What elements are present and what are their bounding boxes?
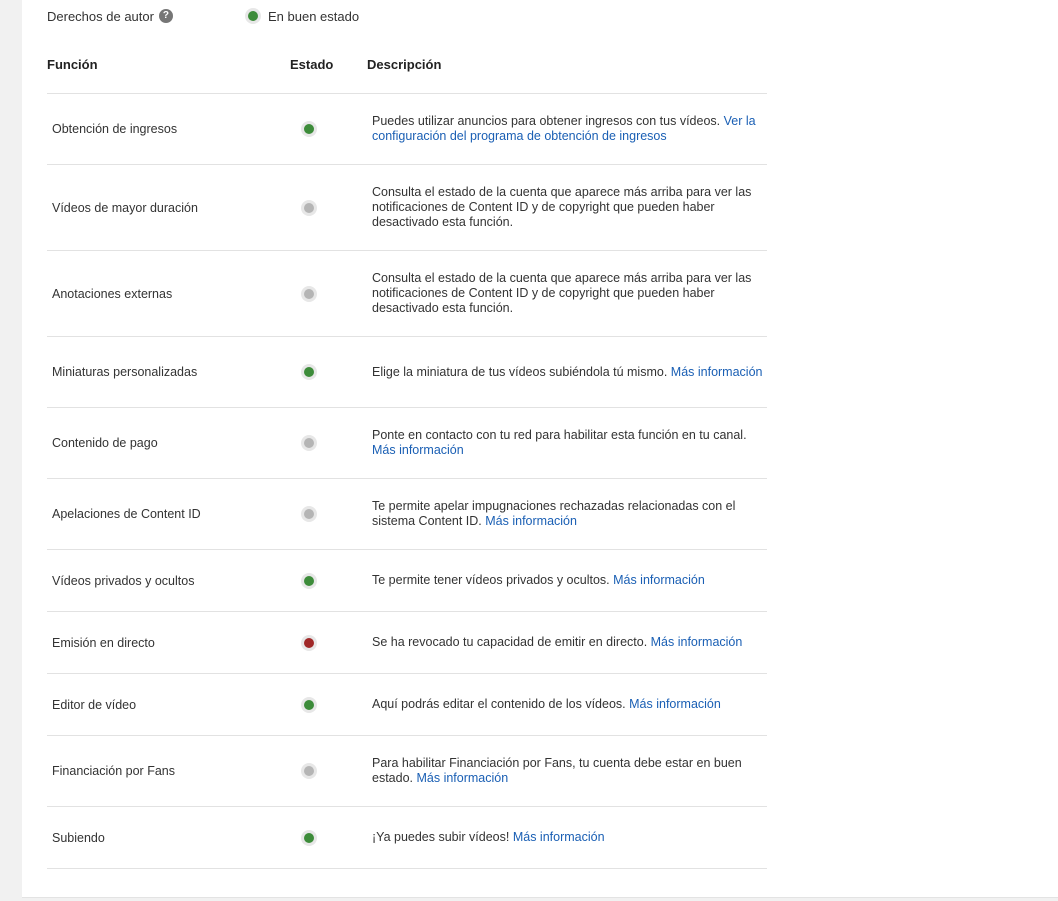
feature-description: Te permite tener vídeos privados y ocult…: [372, 550, 767, 611]
feature-description: Elige la miniatura de tus vídeos subiénd…: [372, 337, 767, 407]
feature-description: Para habilitar Financiación por Fans, tu…: [372, 736, 767, 806]
description-text: Te permite tener vídeos privados y ocult…: [372, 573, 614, 587]
table-rows: Obtención de ingresos Puedes utilizar an…: [47, 93, 767, 869]
description-text: Ponte en contacto con tu red para habili…: [372, 428, 747, 442]
more-info-link[interactable]: Más información: [485, 514, 577, 528]
description-text: Aquí podrás editar el contenido de los v…: [372, 697, 630, 711]
feature-description: Te permite apelar impugnaciones rechazad…: [372, 479, 767, 549]
table-row: Obtención de ingresos Puedes utilizar an…: [47, 94, 767, 165]
more-info-link[interactable]: Más información: [629, 697, 721, 711]
header-description: Descripción: [367, 57, 442, 72]
description-text: Consulta el estado de la cuenta que apar…: [372, 271, 752, 315]
header-state: Estado: [290, 57, 334, 72]
status-dot-icon: [304, 124, 314, 134]
table-row: Emisión en directo Se ha revocado tu cap…: [47, 612, 767, 674]
table-row: Subiendo ¡Ya puedes subir vídeos! Más in…: [47, 807, 767, 869]
copyright-label: Derechos de autor: [47, 8, 154, 24]
status-dot-icon: [304, 832, 314, 843]
more-info-link[interactable]: Más información: [671, 365, 763, 379]
table-row: Miniaturas personalizadas Elige la minia…: [47, 337, 767, 408]
feature-name: Contenido de pago: [52, 436, 158, 450]
table-header: Función Estado Descripción: [47, 55, 767, 75]
more-info-link[interactable]: Más información: [513, 830, 605, 844]
feature-name: Emisión en directo: [52, 635, 155, 650]
header-function: Función: [47, 57, 98, 72]
copyright-status-text: En buen estado: [268, 8, 360, 24]
feature-name: Editor de vídeo: [52, 697, 137, 712]
feature-description: ¡Ya puedes subir vídeos! Más información: [372, 807, 767, 868]
table-row: Vídeos privados y ocultos Te permite ten…: [47, 550, 767, 612]
status-dot-icon: [304, 367, 314, 377]
description-text: Se ha revocado tu capacidad de emitir en…: [372, 635, 651, 649]
feature-name: Miniaturas personalizadas: [52, 365, 198, 379]
feature-name: Vídeos privados y ocultos: [52, 573, 195, 588]
table-row: Vídeos de mayor duración Consulta el est…: [47, 165, 767, 251]
table-row: Editor de vídeo Aquí podrás editar el co…: [47, 674, 767, 736]
feature-name: Anotaciones externas: [52, 286, 173, 301]
more-info-link[interactable]: Más información: [372, 443, 464, 457]
status-dot-icon: [248, 11, 258, 21]
table-row: Apelaciones de Content ID Te permite ape…: [47, 479, 767, 550]
feature-name: Vídeos de mayor duración: [52, 200, 198, 215]
status-dot-icon: [304, 288, 314, 299]
feature-name: Obtención de ingresos: [52, 122, 178, 136]
table-row: Anotaciones externas Consulta el estado …: [47, 251, 767, 337]
help-icon[interactable]: ?: [158, 9, 173, 23]
table-row: Contenido de pago Ponte en contacto con …: [47, 408, 767, 479]
features-page: Derechos de autor ? En buen estado Funci…: [22, 0, 1058, 898]
status-dot-icon: [304, 438, 314, 448]
table-row: Financiación por Fans Para habilitar Fin…: [47, 736, 767, 807]
feature-name: Apelaciones de Content ID: [52, 507, 201, 521]
feature-description: Consulta el estado de la cuenta que apar…: [372, 251, 767, 336]
description-text: Puedes utilizar anuncios para obtener in…: [372, 114, 724, 128]
status-dot-icon: [304, 637, 314, 648]
copyright-status: En buen estado: [248, 6, 359, 26]
status-dot-icon: [304, 699, 314, 710]
feature-description: Puedes utilizar anuncios para obtener in…: [372, 94, 767, 164]
status-dot-icon: [304, 202, 314, 213]
description-text: Consulta el estado de la cuenta que apar…: [372, 185, 752, 229]
feature-description: Consulta el estado de la cuenta que apar…: [372, 165, 767, 250]
feature-description: Aquí podrás editar el contenido de los v…: [372, 674, 767, 735]
status-dot-icon: [304, 766, 314, 776]
feature-description: Ponte en contacto con tu red para habili…: [372, 408, 767, 478]
description-text: ¡Ya puedes subir vídeos!: [372, 830, 513, 844]
description-text: Elige la miniatura de tus vídeos subiénd…: [372, 364, 671, 379]
copyright-status-row: Derechos de autor ?: [47, 6, 173, 26]
status-dot-icon: [304, 575, 314, 586]
feature-description: Se ha revocado tu capacidad de emitir en…: [372, 612, 767, 673]
status-dot-icon: [304, 509, 314, 519]
more-info-link[interactable]: Más información: [613, 573, 705, 587]
more-info-link[interactable]: Más información: [416, 771, 508, 785]
feature-name: Financiación por Fans: [52, 764, 175, 778]
feature-name: Subiendo: [52, 830, 105, 845]
more-info-link[interactable]: Más información: [651, 635, 743, 649]
